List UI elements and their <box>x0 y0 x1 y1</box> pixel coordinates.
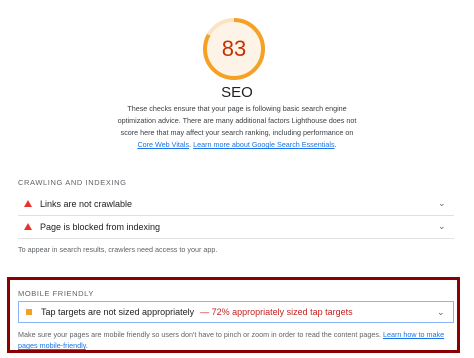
warning-triangle-icon <box>24 200 32 207</box>
audit-display-value: — 72% appropriately sized tap targets <box>200 307 353 317</box>
seo-category-header: 83 SEO These checks ensure that your pag… <box>0 0 474 160</box>
warning-triangle-icon <box>24 223 32 230</box>
mobile-note-end: . <box>85 341 88 350</box>
mobile-note-text: Make sure your pages are mobile friendly… <box>18 330 383 339</box>
chevron-down-icon[interactable]: ⌄ <box>438 199 446 208</box>
category-title: SEO <box>221 84 253 101</box>
audit-label: Links are not crawlable <box>40 199 133 209</box>
audit-links-not-crawlable[interactable]: Links are not crawlable ⌄ <box>18 193 454 216</box>
crawling-note: To appear in search results, crawlers ne… <box>18 245 218 254</box>
chevron-down-icon[interactable]: ⌄ <box>438 222 446 231</box>
audit-label: Page is blocked from indexing <box>40 222 161 232</box>
mobile-section-title: MOBILE FRIENDLY <box>18 289 94 298</box>
crawling-section-title: CRAWLING AND INDEXING <box>18 178 127 187</box>
mobile-note: Make sure your pages are mobile friendly… <box>18 329 458 351</box>
audit-label: Tap targets are not sized appropriately <box>41 307 195 317</box>
score-value: 83 <box>221 36 247 61</box>
audit-tap-targets[interactable]: Tap targets are not sized appropriately —… <box>18 301 454 323</box>
core-web-vitals-link[interactable]: Core Web Vitals <box>137 140 189 149</box>
description-text: These checks ensure that your page is fo… <box>117 104 357 137</box>
description-end: . <box>334 140 337 149</box>
category-description: These checks ensure that your page is fo… <box>115 103 359 151</box>
average-square-icon <box>26 309 32 315</box>
score-gauge: 83 <box>201 16 267 82</box>
audit-page-blocked[interactable]: Page is blocked from indexing ⌄ <box>18 216 454 239</box>
chevron-down-icon[interactable]: ⌄ <box>437 308 445 317</box>
search-essentials-link[interactable]: Learn more about Google Search Essential… <box>193 140 334 149</box>
